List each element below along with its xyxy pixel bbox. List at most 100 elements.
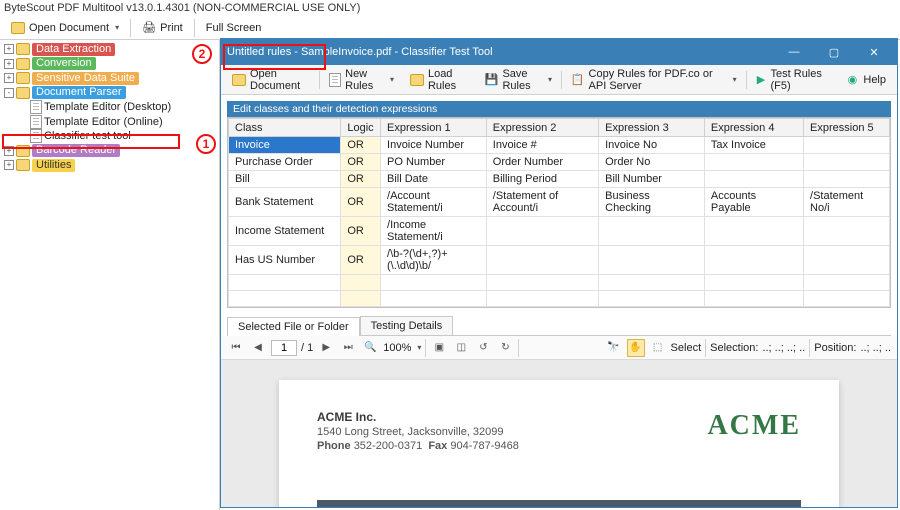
table-row[interactable]: InvoiceORInvoice NumberInvoice #Invoice … <box>229 137 890 154</box>
table-cell[interactable]: OR <box>341 188 381 217</box>
tab-selected-file[interactable]: Selected File or Folder <box>227 317 360 336</box>
table-cell[interactable] <box>486 217 598 246</box>
page-last-icon[interactable]: ⏭ <box>339 339 357 357</box>
table-cell[interactable] <box>804 154 890 171</box>
table-cell[interactable]: Income Statement <box>229 217 341 246</box>
table-cell[interactable]: Billing Period <box>486 171 598 188</box>
table-cell[interactable] <box>486 246 598 275</box>
open-document-button-main[interactable]: Open Document ▾ <box>4 18 126 38</box>
select-label[interactable]: Select <box>671 342 702 354</box>
table-cell[interactable] <box>804 137 890 154</box>
page-first-icon[interactable]: ⏮ <box>227 339 245 357</box>
table-cell[interactable]: Accounts Payable <box>704 188 803 217</box>
table-cell[interactable]: OR <box>341 217 381 246</box>
table-cell[interactable]: Invoice Number <box>381 137 487 154</box>
sidebar-item[interactable]: Template Editor (Online) <box>0 115 219 130</box>
table-row[interactable] <box>229 291 890 307</box>
tool-icon[interactable]: ▣ <box>430 339 448 357</box>
tool-icon[interactable]: ◫ <box>452 339 470 357</box>
table-cell[interactable]: /Statement No/i <box>804 188 890 217</box>
table-cell[interactable] <box>341 291 381 307</box>
expand-collapse-icon[interactable]: + <box>4 44 14 54</box>
table-cell[interactable]: Invoice <box>229 137 341 154</box>
table-cell[interactable] <box>486 275 598 291</box>
table-cell[interactable] <box>704 171 803 188</box>
table-cell[interactable] <box>704 154 803 171</box>
table-cell[interactable]: Bill Number <box>599 171 705 188</box>
hand-icon[interactable]: ✋ <box>627 339 645 357</box>
table-cell[interactable]: Bill <box>229 171 341 188</box>
chevron-down-icon[interactable]: ▾ <box>548 75 552 84</box>
table-row[interactable]: Bank StatementOR/Account Statement/i/Sta… <box>229 188 890 217</box>
table-cell[interactable] <box>704 246 803 275</box>
table-cell[interactable] <box>599 246 705 275</box>
table-cell[interactable]: Bank Statement <box>229 188 341 217</box>
table-cell[interactable] <box>229 275 341 291</box>
tab-testing-details[interactable]: Testing Details <box>360 316 454 335</box>
column-header[interactable]: Expression 3 <box>599 119 705 137</box>
table-cell[interactable]: OR <box>341 154 381 171</box>
page-next-icon[interactable]: ▶ <box>317 339 335 357</box>
table-cell[interactable] <box>704 217 803 246</box>
column-header[interactable]: Expression 2 <box>486 119 598 137</box>
save-rules-button[interactable]: 💾 Save Rules ▾ <box>478 68 559 92</box>
chevron-down-icon[interactable]: ▾ <box>733 75 737 84</box>
new-rules-button[interactable]: New Rules ▾ <box>322 68 401 92</box>
table-cell[interactable] <box>381 291 487 307</box>
expand-collapse-icon[interactable]: - <box>4 88 14 98</box>
table-row[interactable]: Income StatementOR/Income Statement/i <box>229 217 890 246</box>
rotate-left-icon[interactable]: ↺ <box>474 339 492 357</box>
chevron-down-icon[interactable]: ▾ <box>390 75 394 84</box>
table-cell[interactable] <box>704 291 803 307</box>
sidebar-item[interactable]: +Data Extraction <box>0 42 219 57</box>
table-cell[interactable] <box>486 291 598 307</box>
open-document-button[interactable]: Open Document <box>225 68 317 92</box>
sidebar-item[interactable]: Template Editor (Desktop) <box>0 100 219 115</box>
table-row[interactable]: Purchase OrderORPO NumberOrder NumberOrd… <box>229 154 890 171</box>
table-cell[interactable]: Bill Date <box>381 171 487 188</box>
table-cell[interactable]: OR <box>341 137 381 154</box>
copy-rules-button[interactable]: 📋 Copy Rules for PDF.co or API Server ▾ <box>564 68 744 92</box>
pdf-preview[interactable]: ACME ACME Inc. 1540 Long Street, Jackson… <box>221 360 897 507</box>
table-cell[interactable]: OR <box>341 246 381 275</box>
table-row[interactable] <box>229 275 890 291</box>
table-cell[interactable]: /Income Statement/i <box>381 217 487 246</box>
table-cell[interactable]: Tax Invoice <box>704 137 803 154</box>
table-cell[interactable]: PO Number <box>381 154 487 171</box>
table-cell[interactable]: Order No <box>599 154 705 171</box>
column-header[interactable]: Expression 5 <box>804 119 890 137</box>
sidebar-item[interactable]: +Utilities <box>0 158 219 173</box>
table-cell[interactable]: /\b-?(\d+,?)+(\.\d\d)\b/ <box>381 246 487 275</box>
column-header[interactable]: Expression 1 <box>381 119 487 137</box>
table-cell[interactable] <box>804 275 890 291</box>
page-prev-icon[interactable]: ◀ <box>249 339 267 357</box>
sidebar-item[interactable]: -Document Parser <box>0 86 219 101</box>
load-rules-button[interactable]: Load Rules <box>403 68 476 92</box>
table-cell[interactable]: Purchase Order <box>229 154 341 171</box>
test-rules-button[interactable]: ▶ Test Rules (F5) <box>748 68 836 92</box>
table-cell[interactable]: OR <box>341 171 381 188</box>
sidebar-item[interactable]: +Sensitive Data Suite <box>0 71 219 86</box>
help-button[interactable]: ◉ Help <box>838 68 893 92</box>
print-button[interactable]: 🖨 Print <box>135 18 190 38</box>
table-cell[interactable] <box>804 217 890 246</box>
minimize-button[interactable]: — <box>777 39 811 65</box>
close-button[interactable]: ✕ <box>857 39 891 65</box>
rotate-right-icon[interactable]: ↻ <box>496 339 514 357</box>
table-cell[interactable] <box>704 275 803 291</box>
chevron-down-icon[interactable]: ▾ <box>115 23 119 32</box>
table-cell[interactable] <box>599 217 705 246</box>
zoom-level[interactable]: 100% <box>383 342 411 354</box>
column-header[interactable]: Class <box>229 119 341 137</box>
expand-collapse-icon[interactable]: + <box>4 59 14 69</box>
table-cell[interactable] <box>599 275 705 291</box>
page-number-input[interactable] <box>271 340 297 356</box>
select-tool-icon[interactable]: ⬚ <box>649 339 667 357</box>
table-cell[interactable] <box>804 291 890 307</box>
column-header[interactable]: Expression 4 <box>704 119 803 137</box>
expand-collapse-icon[interactable]: + <box>4 73 14 83</box>
table-cell[interactable]: Has US Number <box>229 246 341 275</box>
full-screen-button[interactable]: Full Screen <box>199 18 269 38</box>
table-cell[interactable] <box>599 291 705 307</box>
table-cell[interactable]: Order Number <box>486 154 598 171</box>
